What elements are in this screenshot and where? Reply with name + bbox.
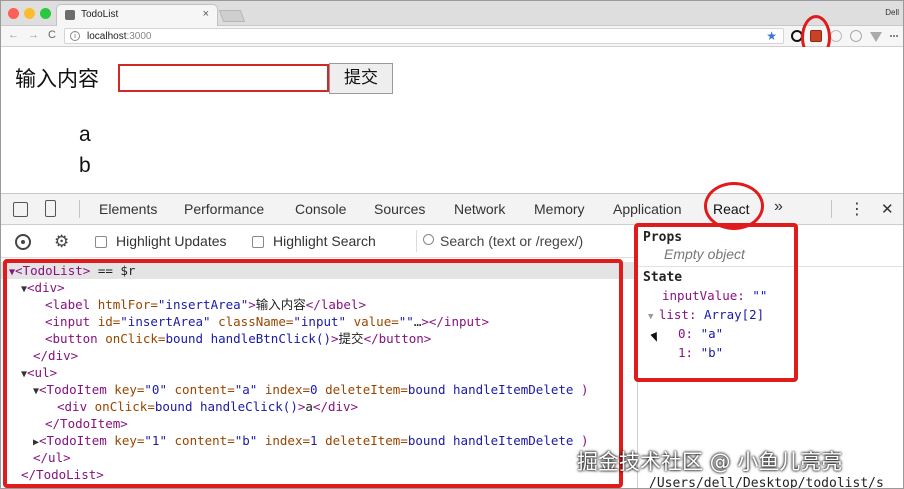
tab-network[interactable]: Network bbox=[454, 201, 505, 217]
tab-memory[interactable]: Memory bbox=[534, 201, 585, 217]
watermark-text: 掘金技术社区 @ 小鱼儿亮亮 bbox=[577, 450, 843, 474]
tab-application[interactable]: Application bbox=[613, 201, 682, 217]
inspect-element-icon[interactable] bbox=[13, 202, 28, 217]
component-search-input[interactable]: Search (text or /regex/) bbox=[416, 230, 631, 252]
tab-elements[interactable]: Elements bbox=[99, 201, 157, 217]
highlight-search-label: Highlight Search bbox=[273, 233, 376, 249]
forward-arrow-icon[interactable]: → bbox=[28, 29, 39, 41]
extension-globe-icon[interactable] bbox=[850, 30, 862, 42]
toolbar-divider bbox=[79, 200, 80, 218]
maximize-window-icon[interactable] bbox=[40, 8, 51, 19]
devtools-menu-icon[interactable]: ⋮ bbox=[849, 199, 865, 219]
tab-close-icon[interactable]: × bbox=[203, 8, 209, 20]
browser-titlebar: TodoList × Dell bbox=[1, 1, 903, 26]
devtools-close-icon[interactable]: ✕ bbox=[881, 200, 894, 218]
highlight-updates-checkbox[interactable] bbox=[95, 236, 107, 248]
url-field[interactable]: i localhost:3000 ★ bbox=[64, 28, 784, 44]
device-toolbar-icon[interactable] bbox=[45, 200, 56, 217]
new-tab-button[interactable] bbox=[218, 10, 246, 22]
submit-button[interactable]: 提交 bbox=[329, 63, 393, 94]
bookmark-star-icon[interactable]: ★ bbox=[766, 29, 777, 43]
search-placeholder: Search (text or /regex/) bbox=[440, 233, 584, 249]
annotation-box-component-tree bbox=[3, 259, 623, 488]
extension-gray-icon[interactable] bbox=[830, 30, 842, 42]
input-label: 输入内容 bbox=[15, 68, 99, 91]
tab-performance[interactable]: Performance bbox=[184, 201, 264, 217]
url-text: localhost:3000 bbox=[87, 31, 152, 42]
more-tabs-icon[interactable]: » bbox=[774, 198, 783, 216]
tab-sources[interactable]: Sources bbox=[374, 201, 425, 217]
gear-icon[interactable]: ⚙ bbox=[54, 233, 69, 250]
site-info-icon[interactable]: i bbox=[70, 31, 80, 41]
back-arrow-icon[interactable]: ← bbox=[8, 29, 19, 41]
todo-item-b[interactable]: b bbox=[79, 154, 91, 178]
devtools-tabbar: Elements Performance Console Sources Net… bbox=[1, 194, 903, 225]
highlight-search-checkbox[interactable] bbox=[252, 236, 264, 248]
tab-console[interactable]: Console bbox=[295, 201, 346, 217]
tab-title: TodoList bbox=[81, 9, 119, 20]
screen: TodoList × Dell ← → C i localhost:3000 ★… bbox=[0, 0, 904, 489]
highlight-updates-label: Highlight Updates bbox=[116, 233, 227, 249]
tab-favicon-icon bbox=[65, 10, 75, 20]
todo-input[interactable] bbox=[118, 64, 329, 92]
reload-icon[interactable]: C bbox=[48, 29, 56, 41]
search-icon bbox=[423, 234, 434, 245]
react-toolbar: ⚙ Highlight Updates Highlight Search Sea… bbox=[1, 225, 637, 258]
close-window-icon[interactable] bbox=[8, 8, 19, 19]
path-text: /Users/dell/Desktop/todolist/s bbox=[649, 476, 884, 489]
address-bar: ← → C i localhost:3000 ★ bbox=[1, 26, 903, 47]
annotation-box-props-state bbox=[634, 223, 798, 382]
todo-page: 输入内容 提交 a b bbox=[1, 47, 903, 193]
minimize-window-icon[interactable] bbox=[24, 8, 35, 19]
chrome-menu-icon[interactable] bbox=[890, 35, 898, 47]
toolbar-divider bbox=[831, 200, 832, 218]
browser-tab[interactable]: TodoList × bbox=[56, 4, 218, 26]
window-user-label: Dell bbox=[885, 8, 899, 17]
extension-funnel-icon[interactable] bbox=[870, 32, 882, 42]
select-element-icon[interactable] bbox=[15, 234, 31, 250]
todo-item-a[interactable]: a bbox=[79, 123, 91, 147]
